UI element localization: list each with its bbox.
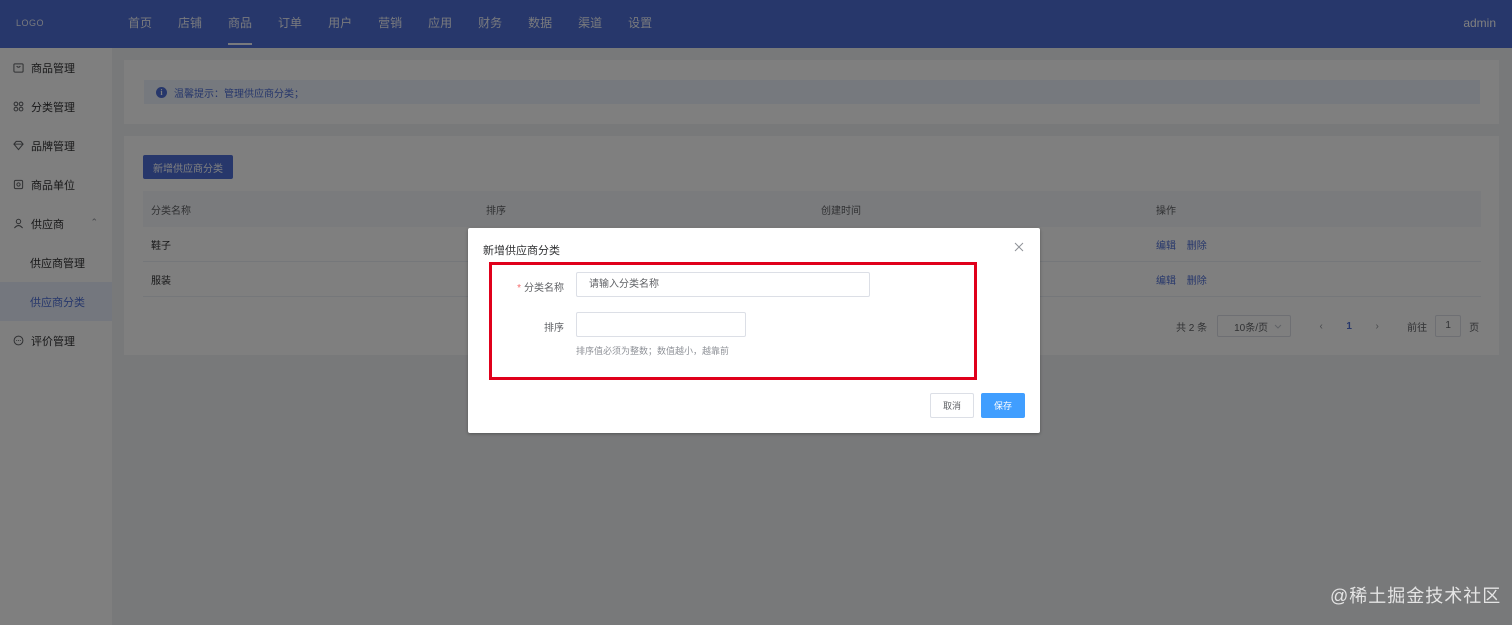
- sort-label: 排序: [544, 323, 564, 334]
- add-supplier-category-dialog: 新增供应商分类 *分类名称 排序 排序值必须为整数；数值越小，越靠前 取消 保存: [468, 228, 1040, 433]
- required-mark: *: [517, 283, 521, 294]
- save-button[interactable]: 保存: [981, 393, 1025, 418]
- sort-input[interactable]: [576, 312, 746, 337]
- watermark: @稀土掘金技术社区: [1330, 586, 1502, 606]
- category-name-input[interactable]: [576, 272, 870, 297]
- dialog-title: 新增供应商分类: [483, 245, 560, 257]
- close-icon[interactable]: [1012, 240, 1026, 254]
- category-name-label: * 分类名称: [517, 283, 564, 294]
- cancel-button[interactable]: 取消: [930, 393, 974, 418]
- sort-hint: 排序值必须为整数；数值越小，越靠前: [576, 346, 730, 356]
